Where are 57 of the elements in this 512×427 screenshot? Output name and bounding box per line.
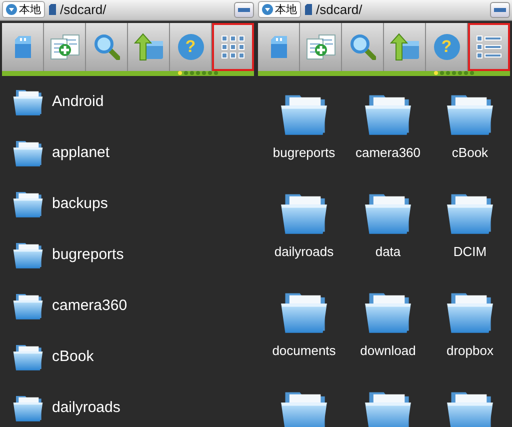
toolbar-button[interactable] [212,22,254,70]
toolbar-button[interactable] [86,22,128,70]
search-icon [94,34,120,60]
folder-row[interactable]: bugreports [0,230,256,280]
folder-row[interactable]: cBook [0,332,256,382]
folder-tile[interactable]: camera360 [346,76,430,174]
toolbar-button[interactable] [384,22,426,70]
toolbar-button[interactable] [300,22,342,70]
folder-tile[interactable]: dailyroads [262,174,346,274]
path-label: /sdcard/ [60,1,108,19]
folder-tile[interactable]: download [346,274,430,372]
folder-tile[interactable]: DCIM [430,174,510,274]
folder-tile[interactable]: cBook [430,76,510,174]
up-folder-icon [390,32,420,60]
list-view-icon [476,34,502,58]
folder-icon [12,87,44,117]
minus-icon [494,8,506,12]
toolbar-button[interactable] [258,22,300,70]
folder-icon [12,240,44,270]
sd-card-icon [49,4,56,16]
folder-row[interactable]: camera360 [0,280,256,332]
collapse-button[interactable] [234,2,254,18]
add-documents-icon [304,34,336,60]
folder-row[interactable]: backups [0,178,256,230]
folder-icon [12,342,44,372]
up-folder-icon [134,32,164,60]
help-icon: ? [178,34,204,60]
folder-tile[interactable]: dropbox [430,274,510,372]
toolbar-button[interactable] [468,22,510,70]
folder-row[interactable]: dailyroads [0,382,256,427]
folder-row[interactable]: Android [0,76,256,128]
search-icon [350,34,376,60]
folder-icon [12,138,44,168]
toolbar-button[interactable] [128,22,170,70]
toolbar-button[interactable] [44,22,86,70]
folder-row[interactable]: applanet [0,128,256,178]
grid-view-icon [220,34,244,58]
dropdown-icon [262,4,273,16]
folder-tile[interactable]: data [346,174,430,274]
folder-tile[interactable]: bugreports [262,76,346,174]
location-button[interactable]: 本地 [258,1,301,18]
folder-tile[interactable]: documents [262,274,346,372]
dropdown-icon [6,4,17,16]
folder-icon [12,393,44,423]
minus-icon [238,8,250,12]
collapse-button[interactable] [490,2,510,18]
toolbar-button[interactable] [342,22,384,70]
path-label: /sdcard/ [316,1,364,19]
toolbar-button[interactable] [2,22,44,70]
add-documents-icon [48,34,80,60]
folder-icon [12,291,44,321]
sd-card-icon [270,36,286,58]
location-button[interactable]: 本地 [2,1,45,18]
folder-icon [12,189,44,219]
sd-card-icon [305,4,312,16]
sd-card-icon [14,36,30,58]
help-icon: ? [434,34,460,60]
